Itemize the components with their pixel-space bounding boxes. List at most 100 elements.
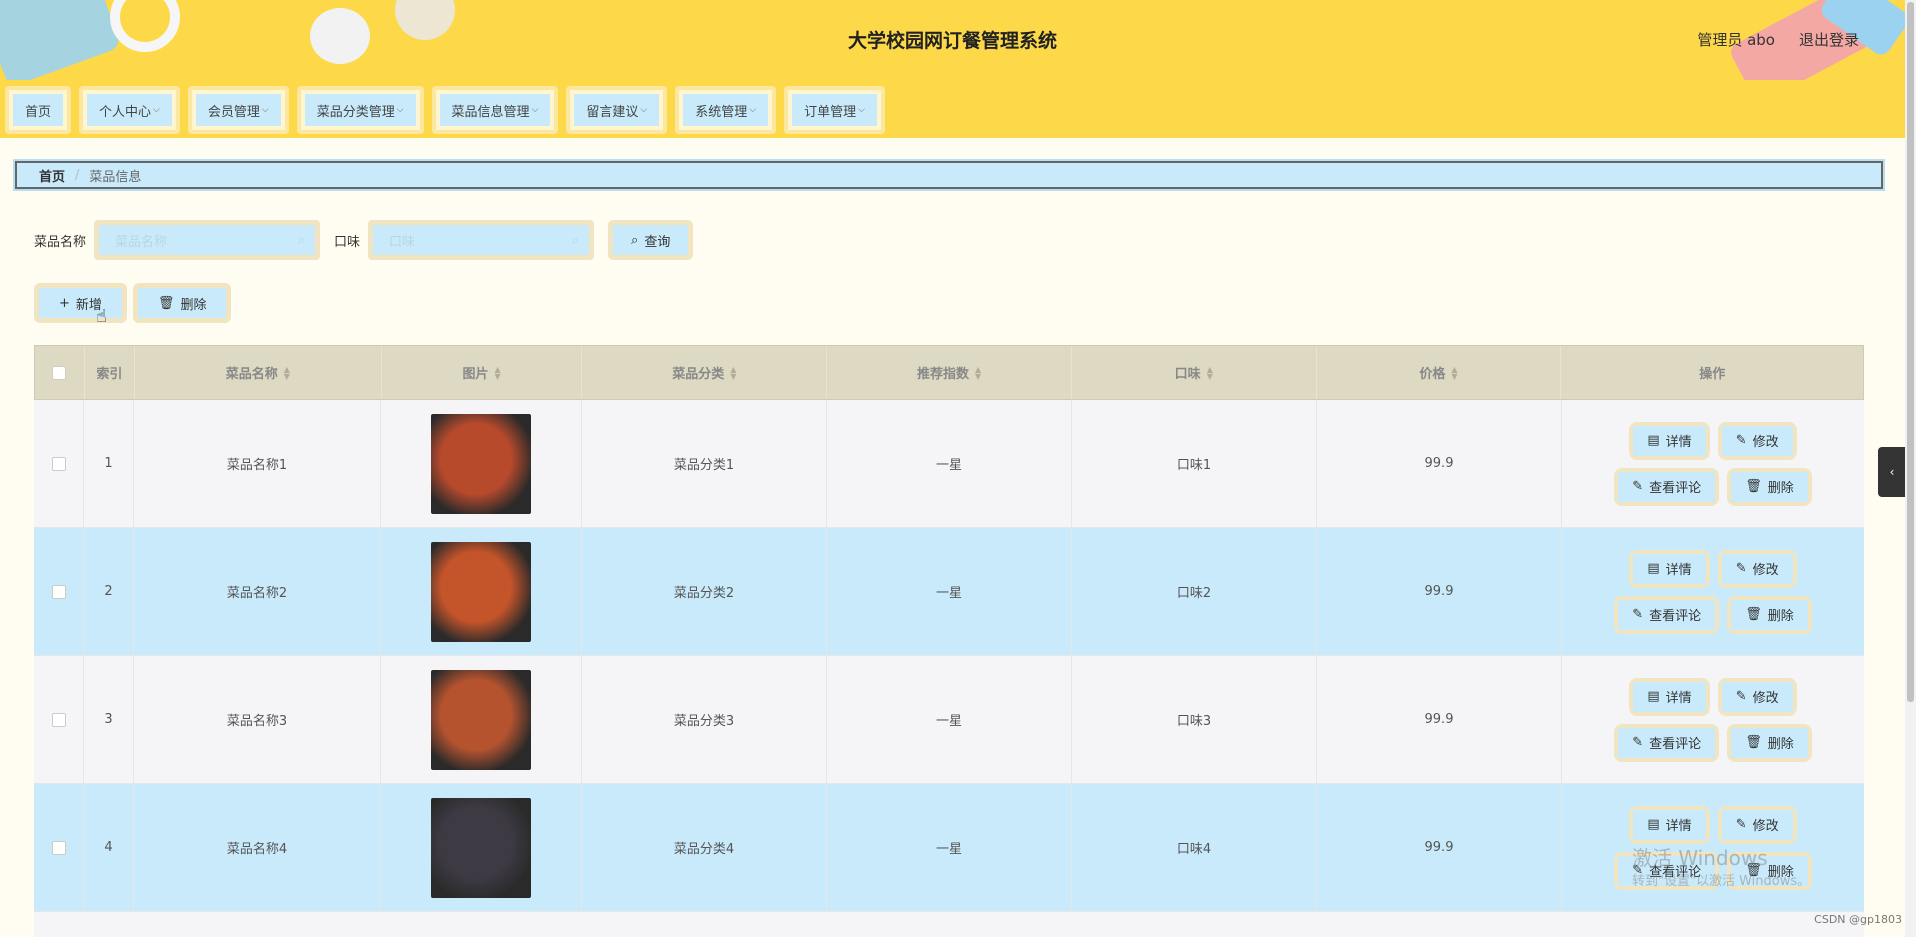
dish-name-input[interactable]: 菜品名称 ⌕	[94, 220, 321, 260]
delete-button-label: 删除	[180, 297, 207, 313]
select-all-checkbox[interactable]	[52, 365, 67, 380]
add-button[interactable]: + 新增	[34, 283, 127, 323]
pencil-icon: ✎	[1632, 479, 1644, 494]
nav-item-system[interactable]: 系统管理 ⌵	[675, 86, 777, 134]
view-comments-button[interactable]: ✎ 查看评论	[1614, 467, 1720, 506]
table-row: 4 菜品名称4 菜品分类4 一星 口味4 99.9 ▤ 详情 ✎ 修改 ✎ 查看评论 …	[34, 784, 1864, 912]
row-select-cell	[34, 400, 84, 527]
nav-item-orders[interactable]: 订单管理 ⌵	[784, 86, 885, 134]
image-cell	[381, 656, 582, 783]
row-checkbox[interactable]	[51, 456, 66, 471]
pencil-icon: ✎	[1632, 735, 1644, 750]
breadcrumb-home[interactable]: 首页	[39, 166, 65, 185]
row-checkbox[interactable]	[51, 712, 66, 727]
detail-button-label: 详情	[1665, 819, 1692, 834]
column-header[interactable]: 口味 ▲ ▼	[1072, 346, 1317, 399]
image-cell	[381, 528, 582, 655]
breadcrumb-separator: /	[75, 167, 80, 183]
column-header[interactable]: 推荐指数 ▲ ▼	[827, 346, 1072, 399]
ops-cell: ▤ 详情 ✎ 修改 ✎ 查看评论 🗑 删除	[1562, 528, 1864, 655]
dish-taste: 口味3	[1176, 714, 1212, 729]
sort-icon[interactable]: ▲ ▼	[975, 365, 981, 380]
document-icon: ▤	[1647, 817, 1660, 832]
view-comments-button[interactable]: ✎ 查看评论	[1614, 723, 1720, 762]
document-icon: ▤	[1647, 433, 1660, 448]
search-icon: ⌕	[571, 232, 580, 248]
batch-delete-button[interactable]: 🗑 删除	[132, 283, 232, 323]
row-delete-button[interactable]: 🗑 删除	[1727, 595, 1812, 634]
nav-item-members[interactable]: 会员管理 ⌵	[187, 86, 289, 134]
column-header-label: 图片	[462, 367, 489, 382]
sort-icon[interactable]: ▲ ▼	[494, 365, 500, 380]
nav-item-messages[interactable]: 留言建议 ⌵	[566, 86, 668, 134]
scrollbar-thumb[interactable]	[1907, 2, 1914, 702]
dish-category: 菜品分类1	[673, 458, 735, 473]
detail-button[interactable]: ▤ 详情	[1629, 549, 1710, 588]
table-row-partial	[34, 912, 1864, 937]
sort-icon[interactable]: ▲ ▼	[284, 365, 290, 380]
row-checkbox[interactable]	[51, 840, 66, 855]
page-scrollbar[interactable]	[1905, 0, 1916, 937]
price-cell: 99.9	[1317, 528, 1562, 655]
dish-image[interactable]	[431, 541, 531, 642]
nav-item-dish-category[interactable]: 菜品分类管理 ⌵	[296, 86, 424, 134]
row-delete-label: 删除	[1767, 737, 1794, 752]
dish-image[interactable]	[431, 797, 531, 898]
rating-cell: 一星	[827, 528, 1072, 655]
edit-button[interactable]: ✎ 修改	[1717, 421, 1797, 460]
column-header[interactable]: 价格 ▲ ▼	[1317, 346, 1562, 399]
app-title: 大学校园网订餐管理系统	[847, 30, 1057, 52]
nav-item-label: 留言建议	[586, 104, 639, 120]
row-delete-button[interactable]: 🗑 删除	[1727, 723, 1812, 762]
edit-button-label: 修改	[1752, 435, 1779, 450]
detail-button[interactable]: ▤ 详情	[1629, 421, 1710, 460]
chevron-down-icon: ⌵	[858, 105, 865, 115]
name-cell: 菜品名称3	[134, 656, 381, 783]
column-header[interactable]: 菜品分类 ▲ ▼	[582, 346, 828, 399]
edit-button[interactable]: ✎ 修改	[1717, 549, 1797, 588]
price-cell: 99.9	[1317, 784, 1562, 911]
dish-taste: 口味4	[1176, 842, 1212, 857]
logout-link[interactable]: 退出登录	[1799, 29, 1859, 50]
chevron-down-icon: ⌵	[749, 105, 757, 115]
dish-rating: 一星	[935, 842, 962, 857]
row-delete-button[interactable]: 🗑 删除	[1727, 467, 1812, 506]
nav-item-personal-center[interactable]: 个人中心 ⌵	[79, 86, 180, 134]
document-icon: ▤	[1647, 561, 1660, 576]
breadcrumb: 首页 / 菜品信息	[13, 159, 1885, 191]
row-checkbox[interactable]	[51, 584, 66, 599]
nav-item-dish-info[interactable]: 菜品信息管理 ⌵	[431, 86, 559, 134]
rating-cell: 一星	[827, 400, 1072, 527]
sort-icon[interactable]: ▲ ▼	[1451, 365, 1457, 380]
table-header: 索引 菜品名称 ▲ ▼ 图片 ▲ ▼ 菜品分类 ▲ ▼ 推荐指数 ▲ ▼ 口味 ▲ ▼ 价格 ▲ ▼ 操…	[34, 345, 1864, 400]
column-header[interactable]: 图片 ▲ ▼	[382, 346, 583, 399]
edit-button[interactable]: ✎ 修改	[1717, 805, 1797, 844]
search-icon: ⌕	[297, 232, 306, 248]
collapse-toggle[interactable]: ‹	[1878, 447, 1906, 497]
dish-rating: 一星	[935, 586, 962, 601]
row-select-cell	[34, 656, 84, 783]
detail-button[interactable]: ▤ 详情	[1629, 805, 1710, 844]
mouse-cursor-icon: ☝	[96, 306, 107, 327]
sort-icon[interactable]: ▲ ▼	[1207, 365, 1213, 380]
chevron-down-icon: ⌵	[531, 105, 539, 115]
detail-button-label: 详情	[1665, 563, 1692, 578]
nav-item-label: 订单管理	[804, 104, 857, 120]
taste-input[interactable]: 口味 ⌕	[368, 220, 595, 260]
dish-taste: 口味2	[1176, 586, 1212, 601]
sort-icon[interactable]: ▲ ▼	[730, 365, 736, 380]
dish-image[interactable]	[431, 413, 531, 514]
nav-item-home[interactable]: 首页	[5, 86, 72, 134]
dish-rating: 一星	[935, 458, 962, 473]
column-header-label: 推荐指数	[916, 367, 969, 382]
detail-button[interactable]: ▤ 详情	[1629, 677, 1710, 716]
query-button[interactable]: ⌕ 查询	[608, 220, 694, 260]
edit-button[interactable]: ✎ 修改	[1717, 677, 1797, 716]
trash-icon: 🗑	[1745, 479, 1762, 494]
taste-cell: 口味4	[1072, 784, 1317, 911]
table-row: 1 菜品名称1 菜品分类1 一星 口味1 99.9 ▤ 详情 ✎ 修改 ✎ 查看评论 …	[34, 400, 1864, 528]
view-comments-button[interactable]: ✎ 查看评论	[1614, 595, 1720, 634]
column-header[interactable]: 菜品名称 ▲ ▼	[135, 346, 382, 399]
dish-name: 菜品名称2	[226, 586, 288, 601]
dish-image[interactable]	[431, 669, 531, 770]
